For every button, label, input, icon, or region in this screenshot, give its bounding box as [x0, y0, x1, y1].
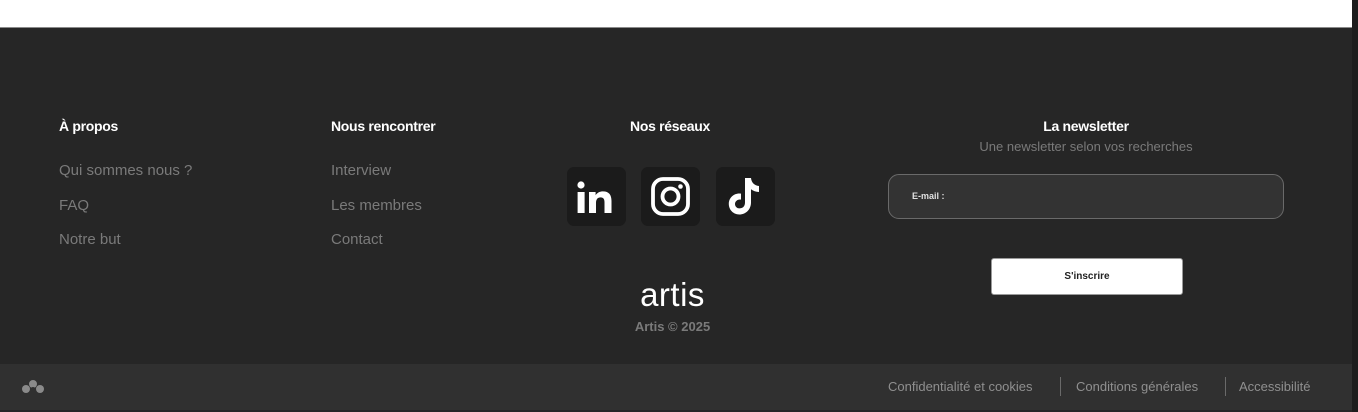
about-title: À propos [59, 118, 119, 134]
meet-column: Nous rencontrer Interview Les membres Co… [331, 118, 551, 258]
link-contact[interactable]: Contact [331, 231, 383, 248]
link-interview[interactable]: Interview [331, 162, 391, 179]
site-footer: À propos Qui sommes nous ? FAQ Notre but… [0, 28, 1352, 364]
email-label: E-mail : [912, 191, 945, 201]
link-who-we-are[interactable]: Qui sommes nous ? [59, 162, 192, 179]
linkedin-icon [577, 181, 612, 213]
social-column: Nos réseaux artis Artis © 2025 [560, 118, 785, 348]
newsletter-subtitle: Une newsletter selon vos recherches [979, 139, 1193, 154]
subscribe-button[interactable]: S'inscrire [991, 258, 1183, 295]
copyright-text: Artis © 2025 [634, 319, 711, 334]
cloud-logo-icon[interactable] [21, 379, 45, 394]
tiktok-icon [728, 178, 759, 215]
legal-divider [1060, 377, 1061, 396]
link-terms[interactable]: Conditions générales [1076, 379, 1198, 394]
linkedin-button[interactable] [567, 167, 626, 226]
link-our-goal[interactable]: Notre but [59, 231, 121, 248]
instagram-icon [651, 177, 690, 216]
scrollbar-track[interactable] [1352, 0, 1358, 412]
link-faq[interactable]: FAQ [59, 197, 89, 214]
legal-bar: Confidentialité et cookies Conditions gé… [0, 364, 1352, 410]
link-members[interactable]: Les membres [331, 197, 422, 214]
about-column: À propos Qui sommes nous ? FAQ Notre but [59, 118, 279, 258]
meet-title: Nous rencontrer [331, 118, 436, 134]
link-accessibility[interactable]: Accessibilité [1239, 379, 1311, 394]
link-privacy-cookies[interactable]: Confidentialité et cookies [888, 379, 1033, 394]
newsletter-title: La newsletter [1043, 118, 1129, 134]
email-input[interactable] [951, 183, 1271, 211]
email-field-container[interactable]: E-mail : [888, 174, 1284, 219]
page-content-edge [0, 0, 1352, 28]
artis-logo[interactable]: artis [560, 276, 785, 314]
tiktok-button[interactable] [716, 167, 775, 226]
instagram-button[interactable] [641, 167, 700, 226]
newsletter-column: La newsletter Une newsletter selon vos r… [880, 118, 1300, 308]
social-title: Nos réseaux [630, 118, 710, 134]
legal-divider [1225, 377, 1226, 396]
